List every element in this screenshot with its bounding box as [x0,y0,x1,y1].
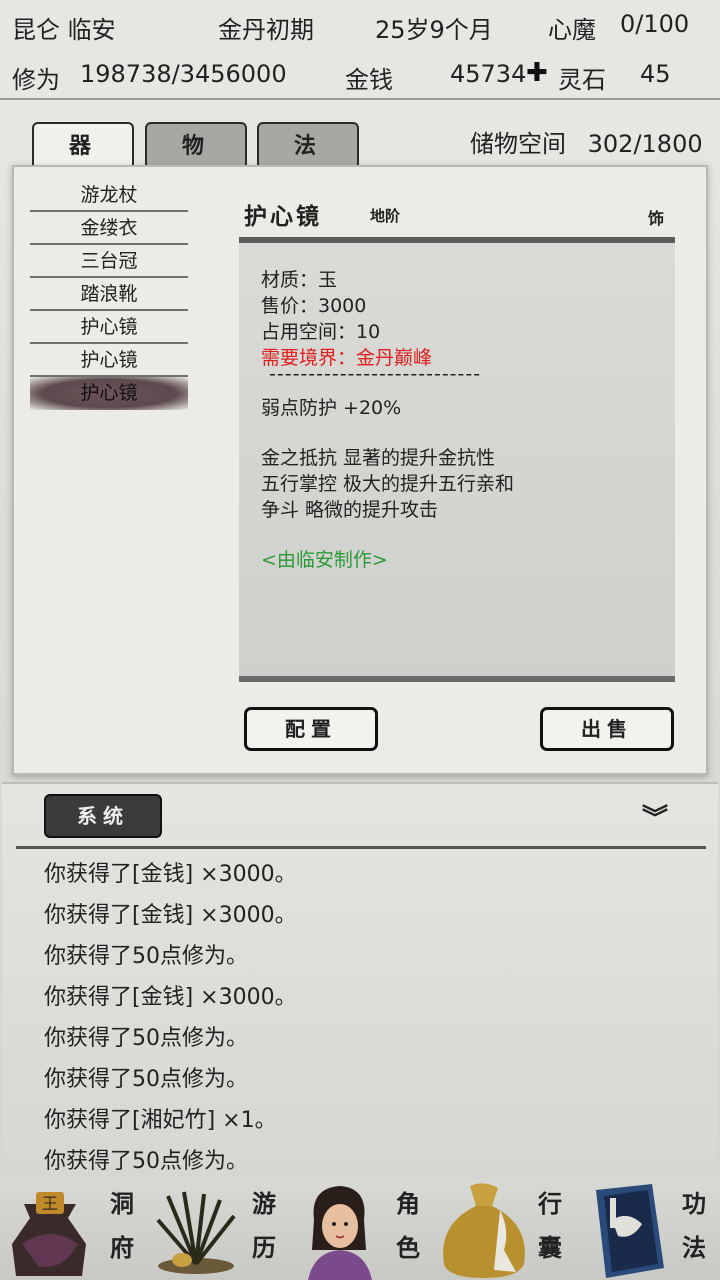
item-detail-box: 材质：玉 售价：3000 占用空间：10 需要境界：金丹巅峰 ---------… [239,237,675,682]
nav-pouch[interactable]: 行 囊 [432,1178,576,1280]
item-title: 护心镜 [244,203,322,230]
equip-button[interactable]: 配置 [244,707,378,751]
log-line: 你获得了[金钱] ×3000。 [44,985,297,1010]
nav-character[interactable]: 角 色 [288,1178,432,1280]
item-attribute: 弱点防护 +20% [261,397,402,419]
spirit-stone-value: 45 [640,60,671,88]
list-item-selected[interactable]: 护心镜 [30,377,188,410]
bottom-nav: 王 洞 府 游 历 角 色 行 囊 功 法 [0,1178,720,1280]
nav-cave-label-1: 洞 [110,1189,134,1218]
book-icon [596,1184,664,1278]
nav-cave[interactable]: 王 洞 府 [0,1178,144,1280]
separator: --------------------------- [269,363,482,385]
item-crafted-by: <由临安制作> [261,549,388,571]
character-portrait-icon [308,1186,372,1280]
nav-character-label-1: 角 [396,1189,420,1218]
cultivation-label: 修为 [12,66,60,94]
log-line: 你获得了50点修为。 [44,1067,248,1092]
heart-demon-value: 0/100 [620,10,690,38]
item-list: 游龙杖 金缕衣 三台冠 踏浪靴 护心镜 护心镜 护心镜 [30,179,188,410]
item-effect: 金之抵抗 显著的提升金抗性 [261,447,496,469]
sell-button[interactable]: 出售 [540,707,674,751]
grass-icon [156,1191,236,1274]
cave-bag-icon: 王 [12,1192,86,1276]
nav-cave-label-2: 府 [110,1233,134,1262]
item-space: 占用空间：10 [261,321,381,343]
log-line: 你获得了[金钱] ×3000。 [44,862,297,887]
inventory-panel: 游龙杖 金缕衣 三台冠 踏浪靴 护心镜 护心镜 护心镜 护心镜 地阶 饰 材质：… [12,165,708,775]
list-item[interactable]: 护心镜 [30,311,188,344]
storage-value: 302/1800 [587,130,703,158]
nav-character-label-2: 色 [396,1233,420,1262]
status-row-2: 修为 198738/3456000 金钱 45734 ✚ 灵石 45 [0,50,720,100]
nav-techniques-label-1: 功 [682,1189,706,1218]
nav-techniques[interactable]: 功 法 [576,1178,720,1280]
money-value: 45734 [450,60,527,88]
nav-pouch-label-1: 行 [538,1189,562,1218]
nav-travel[interactable]: 游 历 [144,1178,288,1280]
status-row-1: 昆仑 临安 金丹初期 25岁9个月 心魔 0/100 [0,0,720,50]
list-item[interactable]: 游龙杖 [30,179,188,212]
collapse-chevron-icon[interactable]: ︾ [642,798,668,835]
svg-text:王: 王 [42,1194,58,1213]
nav-pouch-label-2: 囊 [538,1233,562,1262]
list-item[interactable]: 三台冠 [30,245,188,278]
nav-travel-label-2: 历 [252,1233,276,1262]
log-line: 你获得了50点修为。 [44,944,248,969]
cultivation-value: 198738/3456000 [80,60,287,88]
log-divider [16,846,706,849]
cross-icon: ✚ [526,58,548,88]
item-price: 售价：3000 [261,295,367,317]
list-item[interactable]: 金缕衣 [30,212,188,245]
system-log-panel: 系统 ︾ 你获得了[金钱] ×3000。 你获得了[金钱] ×3000。 你获得… [2,782,718,1177]
item-material: 材质：玉 [261,269,338,291]
tab-equipment[interactable]: 器 [32,122,134,166]
log-line: 你获得了50点修为。 [44,1026,248,1051]
system-channel-button[interactable]: 系统 [44,794,162,838]
list-item[interactable]: 护心镜 [30,344,188,377]
pouch-icon [443,1183,525,1278]
log-lines: 你获得了[金钱] ×3000。 你获得了[金钱] ×3000。 你获得了50点修… [44,858,297,1186]
item-effect: 五行掌控 极大的提升五行亲和 [261,473,515,495]
age-text: 25岁9个月 [375,16,493,44]
list-item[interactable]: 踏浪靴 [30,278,188,311]
nav-techniques-label-2: 法 [682,1233,706,1262]
item-slot: 饰 [648,209,665,228]
item-tier: 地阶 [370,207,401,225]
nav-travel-label-1: 游 [252,1189,276,1218]
heart-demon-label: 心魔 [548,16,596,44]
log-line: 你获得了[金钱] ×3000。 [44,903,297,928]
money-label: 金钱 [345,66,393,94]
storage-info: 储物空间 302/1800 [470,124,703,159]
tab-items[interactable]: 物 [145,122,247,166]
realm-text: 金丹初期 [218,16,314,44]
item-effect: 争斗 略微的提升攻击 [261,499,439,521]
storage-label: 储物空间 [470,130,566,158]
log-line: 你获得了[湘妃竹] ×1。 [44,1108,277,1133]
status-header: 昆仑 临安 金丹初期 25岁9个月 心魔 0/100 修为 198738/345… [0,0,720,100]
location-text: 昆仑 临安 [12,16,116,44]
tab-techniques[interactable]: 法 [257,122,359,166]
spirit-stone-label: 灵石 [558,66,606,94]
